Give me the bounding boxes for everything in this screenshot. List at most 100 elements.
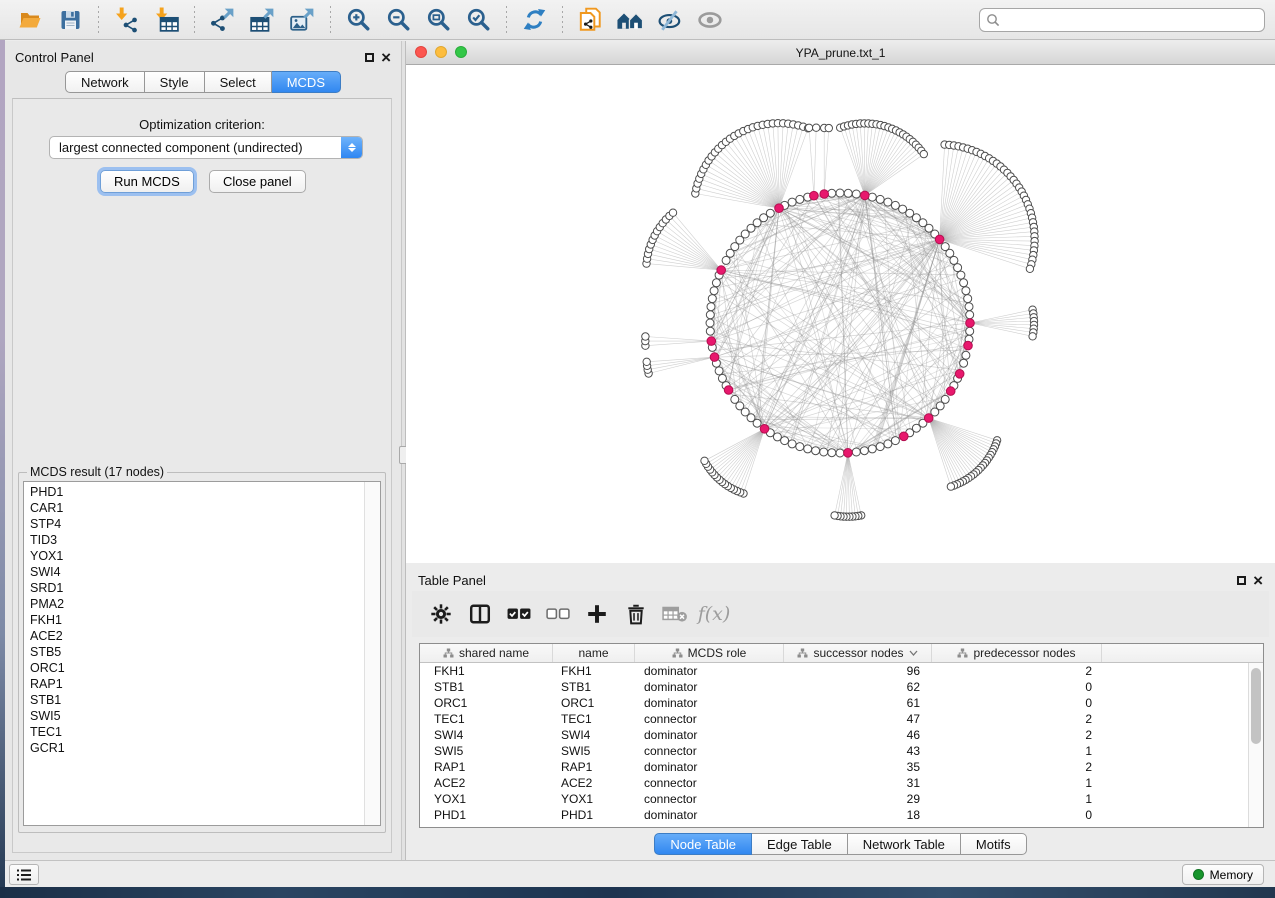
column-header-name[interactable]: name [553,644,635,662]
export-network-button[interactable] [204,4,240,36]
import-table-button[interactable] [148,4,184,36]
delete-table-button[interactable] [660,599,690,629]
cell-shared-name[interactable]: TEC1 [420,712,553,726]
mcds-result-item[interactable]: YOX1 [24,548,364,564]
cell-predecessor-nodes[interactable]: 1 [932,744,1102,758]
mcds-result-item[interactable]: RAP1 [24,676,364,692]
cell-mcds-role[interactable]: connector [635,776,784,790]
table-row[interactable]: SWI4 SWI4 dominator 46 2 [420,727,1263,743]
cell-predecessor-nodes[interactable]: 2 [932,760,1102,774]
cell-successor-nodes[interactable]: 62 [784,680,932,694]
cell-shared-name[interactable]: ORC1 [420,696,553,710]
cell-successor-nodes[interactable]: 29 [784,792,932,806]
hide-graphics-details-button[interactable] [652,4,688,36]
cell-name[interactable]: STB1 [553,680,635,694]
deselect-all-columns-button[interactable] [543,599,573,629]
mcds-result-item[interactable]: STP4 [24,516,364,532]
close-panel-button[interactable]: Close panel [209,170,306,193]
cell-name[interactable]: PHD1 [553,808,635,822]
cell-shared-name[interactable]: YOX1 [420,792,553,806]
table-settings-button[interactable] [426,599,456,629]
cell-mcds-role[interactable]: dominator [635,680,784,694]
cell-mcds-role[interactable]: connector [635,744,784,758]
import-network-button[interactable] [108,4,144,36]
cell-name[interactable]: SWI4 [553,728,635,742]
cell-predecessor-nodes[interactable]: 0 [932,808,1102,822]
cell-predecessor-nodes[interactable]: 1 [932,792,1102,806]
table-row[interactable]: PHD1 PHD1 dominator 18 0 [420,807,1263,823]
cell-predecessor-nodes[interactable]: 2 [932,664,1102,678]
cell-successor-nodes[interactable]: 47 [784,712,932,726]
export-table-button[interactable] [244,4,280,36]
tab-select[interactable]: Select [205,71,272,93]
mcds-list-scrollbar[interactable] [364,482,380,825]
cell-successor-nodes[interactable]: 61 [784,696,932,710]
mcds-result-item[interactable]: STB5 [24,644,364,660]
cell-successor-nodes[interactable]: 46 [784,728,932,742]
memory-button[interactable]: Memory [1182,864,1264,885]
cell-shared-name[interactable]: SWI5 [420,744,553,758]
cell-mcds-role[interactable]: dominator [635,728,784,742]
network-canvas[interactable] [406,65,1275,564]
cell-shared-name[interactable]: STB1 [420,680,553,694]
mcds-result-item[interactable]: SWI4 [24,564,364,580]
mcds-result-item[interactable]: ACE2 [24,628,364,644]
float-panel-icon[interactable] [365,53,374,62]
function-builder-button[interactable]: f(x) [699,599,729,629]
mcds-result-item[interactable]: FKH1 [24,612,364,628]
table-row[interactable]: YOX1 YOX1 connector 29 1 [420,791,1263,807]
mcds-result-item[interactable]: GCR1 [24,740,364,756]
column-header-predecessor-nodes[interactable]: predecessor nodes [932,644,1102,662]
tab-motifs[interactable]: Motifs [961,833,1027,855]
zoom-selected-button[interactable] [460,4,496,36]
table-row[interactable]: ORC1 ORC1 dominator 61 0 [420,695,1263,711]
cell-predecessor-nodes[interactable]: 2 [932,728,1102,742]
mcds-result-item[interactable]: STB1 [24,692,364,708]
refresh-button[interactable] [516,4,552,36]
tab-network-table[interactable]: Network Table [848,833,961,855]
add-column-button[interactable] [582,599,612,629]
window-close-traffic-light[interactable] [415,46,427,58]
cell-shared-name[interactable]: ACE2 [420,776,553,790]
column-header-successor-nodes[interactable]: successor nodes [784,644,932,662]
save-button[interactable] [52,4,88,36]
cell-predecessor-nodes[interactable]: 1 [932,776,1102,790]
table-scrollbar[interactable] [1248,663,1263,827]
cell-mcds-role[interactable]: connector [635,712,784,726]
mcds-result-item[interactable]: TEC1 [24,724,364,740]
show-task-history-button[interactable] [9,864,39,885]
export-image-button[interactable] [284,4,320,36]
tab-network[interactable]: Network [65,71,145,93]
cell-successor-nodes[interactable]: 35 [784,760,932,774]
cell-name[interactable]: SWI5 [553,744,635,758]
cell-mcds-role[interactable]: dominator [635,760,784,774]
zoom-fit-button[interactable] [420,4,456,36]
cell-predecessor-nodes[interactable]: 2 [932,712,1102,726]
clone-network-button[interactable] [572,4,608,36]
window-minimize-traffic-light[interactable] [435,46,447,58]
cell-name[interactable]: FKH1 [553,664,635,678]
table-scrollbar-thumb[interactable] [1251,668,1261,744]
mcds-result-item[interactable]: PHD1 [24,484,364,500]
tab-mcds[interactable]: MCDS [272,71,341,93]
cell-predecessor-nodes[interactable]: 0 [932,680,1102,694]
mcds-result-item[interactable]: CAR1 [24,500,364,516]
zoom-out-button[interactable] [380,4,416,36]
optimization-criterion-select[interactable]: largest connected component (undirected) [49,136,363,159]
first-neighbors-button[interactable] [612,4,648,36]
cell-successor-nodes[interactable]: 96 [784,664,932,678]
mcds-result-item[interactable]: PMA2 [24,596,364,612]
table-row[interactable]: ACE2 ACE2 connector 31 1 [420,775,1263,791]
cell-mcds-role[interactable]: dominator [635,664,784,678]
table-row[interactable]: FKH1 FKH1 dominator 96 2 [420,663,1263,679]
cell-shared-name[interactable]: SWI4 [420,728,553,742]
cell-shared-name[interactable]: RAP1 [420,760,553,774]
cell-mcds-role[interactable]: dominator [635,808,784,822]
delete-column-button[interactable] [621,599,651,629]
table-row[interactable]: SWI5 SWI5 connector 43 1 [420,743,1263,759]
close-panel-icon[interactable]: × [381,53,391,62]
cell-name[interactable]: YOX1 [553,792,635,806]
table-row[interactable]: TEC1 TEC1 connector 47 2 [420,711,1263,727]
cell-name[interactable]: RAP1 [553,760,635,774]
run-mcds-button[interactable]: Run MCDS [100,170,194,193]
